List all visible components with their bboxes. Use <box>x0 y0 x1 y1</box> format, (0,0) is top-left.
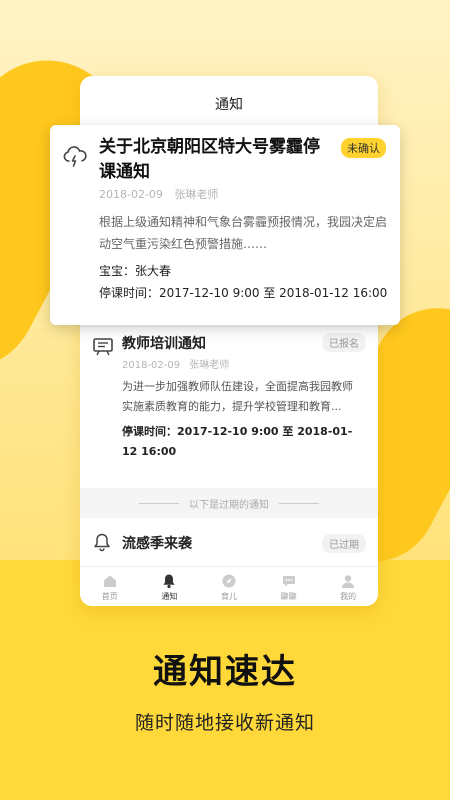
bell-icon <box>94 533 110 552</box>
tab-home[interactable]: 首页 <box>80 567 140 606</box>
bell-icon <box>163 574 176 589</box>
expired-divider: 以下是过期的通知 <box>80 488 378 518</box>
time-label: 停课时间： <box>122 425 177 438</box>
notice-teacher: 张琳老师 <box>174 188 219 201</box>
promo-subline: 随时随地接收新通知 <box>134 712 315 734</box>
notice-meta: 2018-02-09 张琳老师 <box>122 356 235 371</box>
notice-time: 停课时间：2017-12-10 9:00 至 2018-01-12 16:00 <box>122 422 362 462</box>
notice-title: 教师培训通知 <box>122 336 206 352</box>
tab-chat[interactable]: 聊聊 <box>259 567 319 606</box>
notice-date: 2018-02-09 <box>99 188 163 201</box>
featured-notice-card[interactable]: 关于北京朝阳区特大号雾霾停课通知 未确认 2018-02-09 张琳老师 根据上… <box>50 125 400 325</box>
featured-notice-meta: 2018-02-09 张琳老师 <box>99 186 226 202</box>
tab-label: 通知 <box>161 592 178 601</box>
tab-bar: 首页 通知 育儿 聊聊 我的 <box>80 566 378 606</box>
board-icon <box>93 338 113 356</box>
featured-notice-body: 根据上级通知精神和气象台雾霾预报情况，我园决定启动空气重污染红色预警措施…… <box>99 215 388 251</box>
status-badge: 已过期 <box>322 534 366 553</box>
divider-line-left <box>139 502 179 504</box>
notice-teacher: 张琳老师 <box>189 360 230 371</box>
tab-profile[interactable]: 我的 <box>318 567 378 606</box>
tab-parenting[interactable]: 育儿 <box>199 567 259 606</box>
tab-label: 首页 <box>101 592 118 601</box>
notice-date: 2018-02-09 <box>122 360 181 371</box>
tab-label: 育儿 <box>220 592 237 601</box>
tab-notice[interactable]: 通知 <box>140 567 200 606</box>
profile-icon <box>342 575 355 588</box>
compass-icon <box>222 574 236 588</box>
time-value: 2017-12-10 9:00 至 2018-01-12 16:00 <box>159 286 388 300</box>
status-badge: 已报名 <box>322 333 366 352</box>
tab-label: 我的 <box>340 592 357 601</box>
screen-title: 通知 <box>215 97 243 113</box>
time-label: 停课时间： <box>99 286 160 300</box>
expired-divider-label: 以下是过期的通知 <box>189 499 269 511</box>
promo-headline: 通知速达 <box>153 652 297 692</box>
storm-cloud-icon <box>63 146 87 167</box>
chat-icon <box>282 576 295 587</box>
notice-body: 为进一步加强教师队伍建设，全面提高我园教师实施素质教育的能力，提升学校管理和教育… <box>122 380 353 413</box>
kid-name: 宝宝：张大春 <box>99 264 172 278</box>
divider-line-right <box>279 502 319 504</box>
tab-label: 聊聊 <box>280 592 297 601</box>
home-icon <box>103 575 116 587</box>
unconfirmed-badge[interactable]: 未确认 <box>341 138 386 158</box>
notice-title: 流感季来袭 <box>122 536 192 552</box>
featured-notice-time: 停课时间：2017-12-10 9:00 至 2018-01-12 16:00 <box>99 283 389 304</box>
notice-card-flu[interactable]: 流感季来袭 已过期 <box>80 518 378 562</box>
notice-card-teacher-training[interactable]: 教师培训通知 已报名 2018-02-09 张琳老师 为进一步加强教师队伍建设，… <box>80 326 378 488</box>
featured-notice-title: 关于北京朝阳区特大号雾霾停课通知 <box>99 137 320 182</box>
